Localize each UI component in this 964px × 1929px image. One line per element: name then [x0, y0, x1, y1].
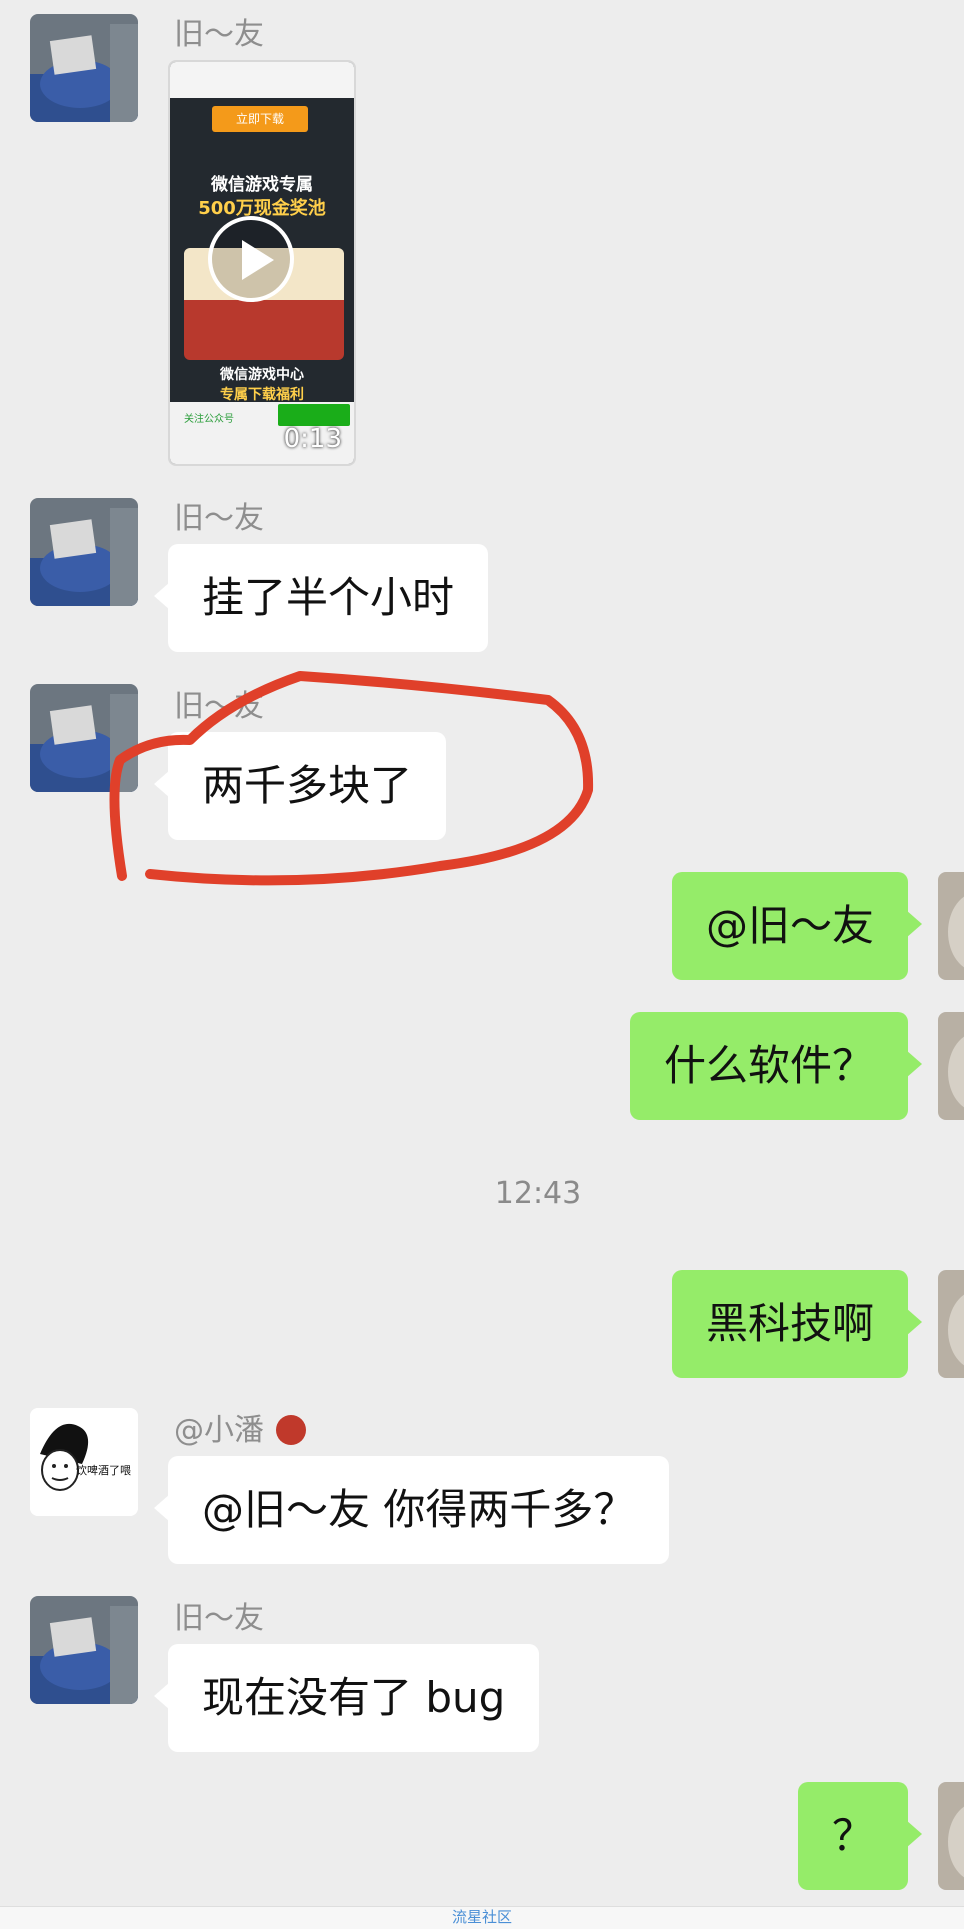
avatar-caption: 饮啤酒了喂	[76, 1463, 131, 1477]
video-duration: 0:13	[283, 424, 342, 454]
video-thumb-bottom-title: 微信游戏中心	[220, 367, 304, 383]
video-thumb-topbar	[170, 62, 354, 98]
sender-name: 旧～友	[174, 1601, 264, 1636]
avatar-xiaopan[interactable]: 饮啤酒了喂	[30, 1408, 138, 1516]
sender-name-text: @小潘	[174, 1413, 264, 1448]
avatar-jiuyou[interactable]	[30, 684, 138, 792]
video-message[interactable]: 立即下载 微信游戏专属 500万现金奖池 微信游戏中心 专属下载福利 关注公众号…	[168, 60, 356, 466]
video-thumb-download: 立即下载	[212, 106, 308, 132]
video-thumb-footer-label: 关注公众号	[184, 414, 234, 425]
avatar-me[interactable]	[938, 1012, 964, 1120]
avatar-jiuyou[interactable]	[30, 14, 138, 122]
watermark: 流星社区	[0, 1906, 964, 1929]
avatar-me[interactable]	[938, 872, 964, 980]
message-bubble[interactable]: 现在没有了 bug	[153, 1644, 540, 1752]
video-thumb-footer-button	[278, 404, 350, 426]
sender-name: 旧～友	[174, 689, 264, 724]
video-thumb-subheadline: 500万现金奖池	[198, 198, 326, 219]
message-bubble-sent[interactable]: 黑科技啊	[671, 1270, 923, 1378]
avatar-jiuyou[interactable]	[30, 1596, 138, 1704]
avatar-me[interactable]	[938, 1782, 964, 1890]
message-bubble[interactable]: @旧～友 你得两千多？	[153, 1456, 670, 1564]
message-bubble[interactable]: 两千多块了	[153, 732, 447, 840]
sender-name: @小潘	[174, 1414, 306, 1448]
play-triangle-icon	[242, 240, 274, 280]
message-bubble-sent[interactable]: 什么软件？	[629, 1012, 923, 1120]
sender-name: 旧～友	[174, 17, 264, 52]
message-bubble-sent[interactable]: ？	[797, 1782, 923, 1890]
sender-badge-icon	[275, 1415, 306, 1445]
avatar-jiuyou[interactable]	[30, 498, 138, 606]
chat-timestamp: 12:43	[494, 1176, 582, 1211]
avatar-me[interactable]	[938, 1270, 964, 1378]
video-thumb-headline: 微信游戏专属	[211, 175, 313, 195]
video-thumb-bottom-subtitle: 专属下载福利	[220, 387, 304, 403]
message-bubble[interactable]: 挂了半个小时	[153, 544, 489, 652]
message-bubble-sent[interactable]: @旧～友	[671, 872, 923, 980]
sender-name: 旧～友	[174, 501, 264, 536]
